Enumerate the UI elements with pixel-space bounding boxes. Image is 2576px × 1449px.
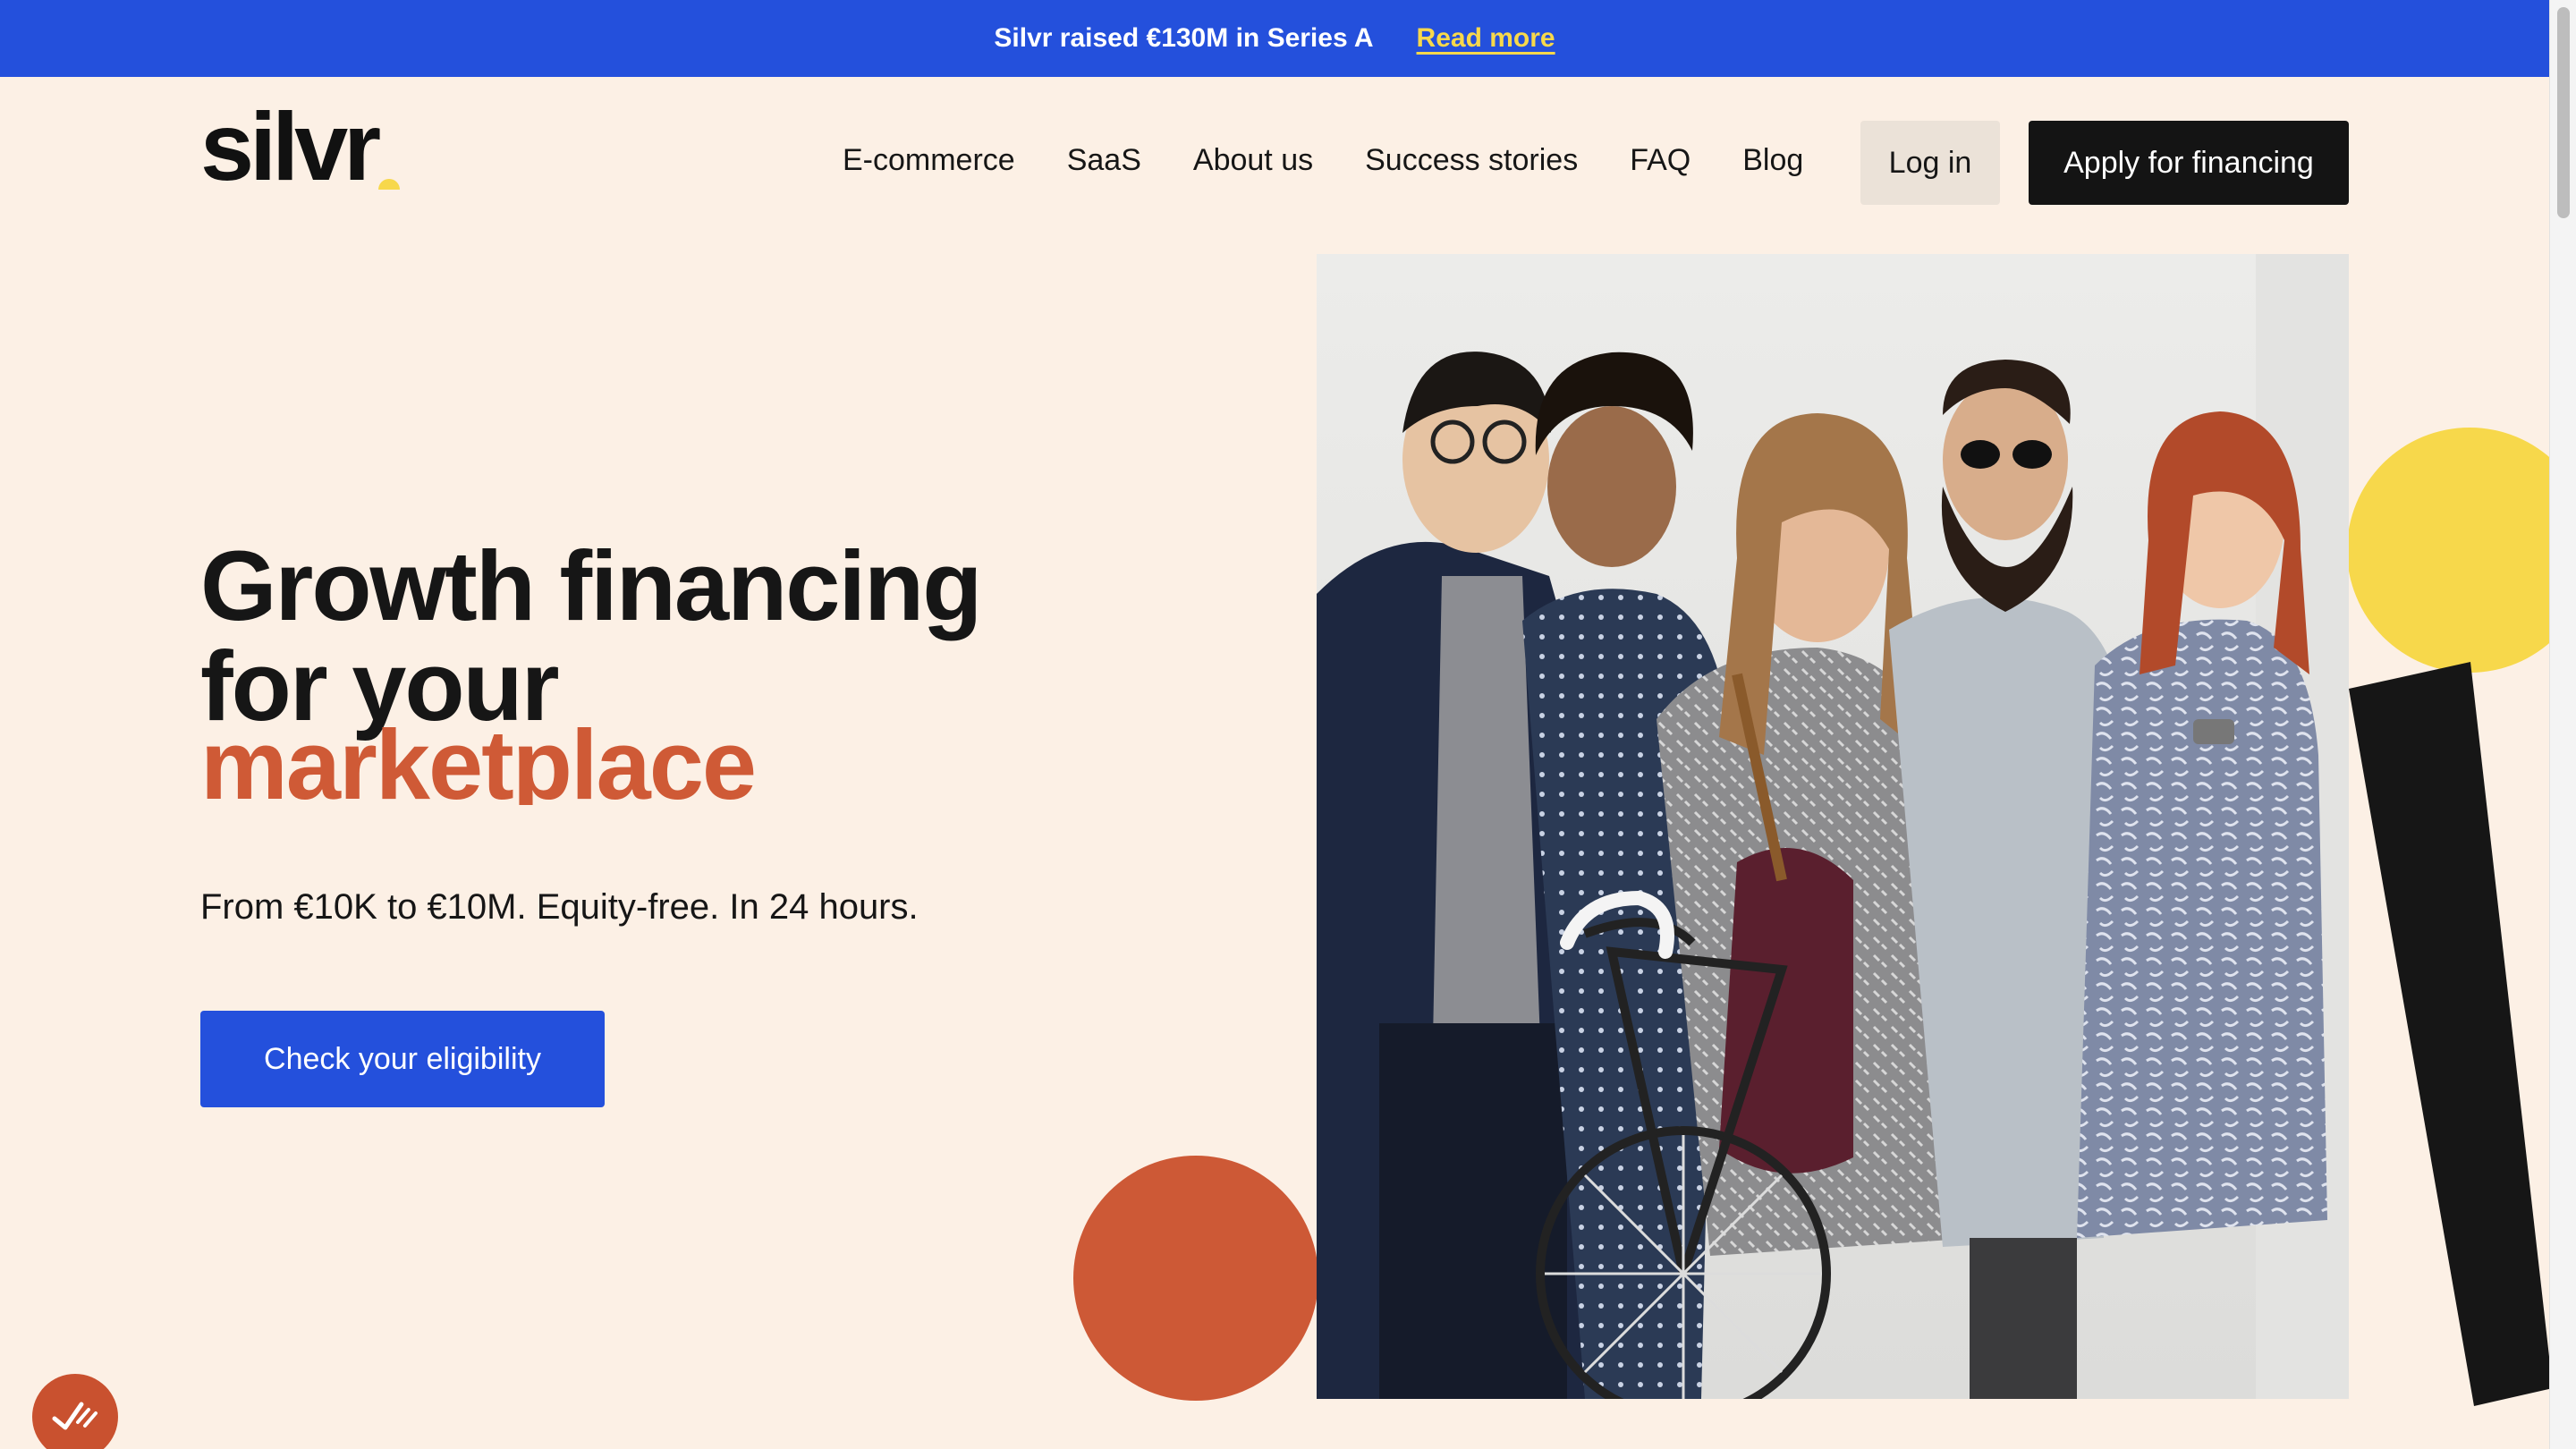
checkmark-signature-icon[interactable] xyxy=(32,1374,118,1449)
nav-item-saas[interactable]: SaaS xyxy=(1067,143,1141,178)
nav-item-blog[interactable]: Blog xyxy=(1742,143,1803,178)
apply-for-financing-button[interactable]: Apply for financing xyxy=(2029,121,2349,205)
login-button[interactable]: Log in xyxy=(1860,121,2000,205)
decorative-black-slab xyxy=(2349,662,2553,1406)
hero-team-photo xyxy=(1317,254,2349,1399)
decorative-yellow-circle xyxy=(2347,428,2576,673)
hero-subtitle: From €10K to €10M. Equity-free. In 24 ho… xyxy=(200,887,919,927)
logo-dot xyxy=(378,179,401,190)
decorative-orange-circle xyxy=(1073,1156,1318,1401)
announcement-message: Silvr raised €130M in Series A xyxy=(994,23,1374,53)
nav-item-ecommerce[interactable]: E-commerce xyxy=(843,143,1015,178)
page-scrollbar[interactable] xyxy=(2549,0,2576,1449)
read-more-link[interactable]: Read more xyxy=(1417,23,1555,54)
silvr-logo[interactable]: silvr xyxy=(200,92,401,200)
check-eligibility-button[interactable]: Check your eligibility xyxy=(200,1011,605,1107)
scrollbar-thumb[interactable] xyxy=(2557,7,2570,218)
announcement-bar: Silvr raised €130M in Series A Read more xyxy=(0,0,2549,77)
hero-accent-word: marketplace xyxy=(200,716,756,805)
nav-item-about-us[interactable]: About us xyxy=(1193,143,1313,178)
nav-item-faq[interactable]: FAQ xyxy=(1630,143,1690,178)
checkmark-icon xyxy=(52,1402,97,1430)
logo-wordmark: silvr xyxy=(200,92,381,200)
nav-item-success-stories[interactable]: Success stories xyxy=(1365,143,1578,178)
page: Silvr raised €130M in Series A Read more… xyxy=(0,0,2576,1449)
hero-title: Growth financing for your xyxy=(200,531,982,741)
main-nav: E-commerce SaaS About us Success stories… xyxy=(843,122,1803,199)
